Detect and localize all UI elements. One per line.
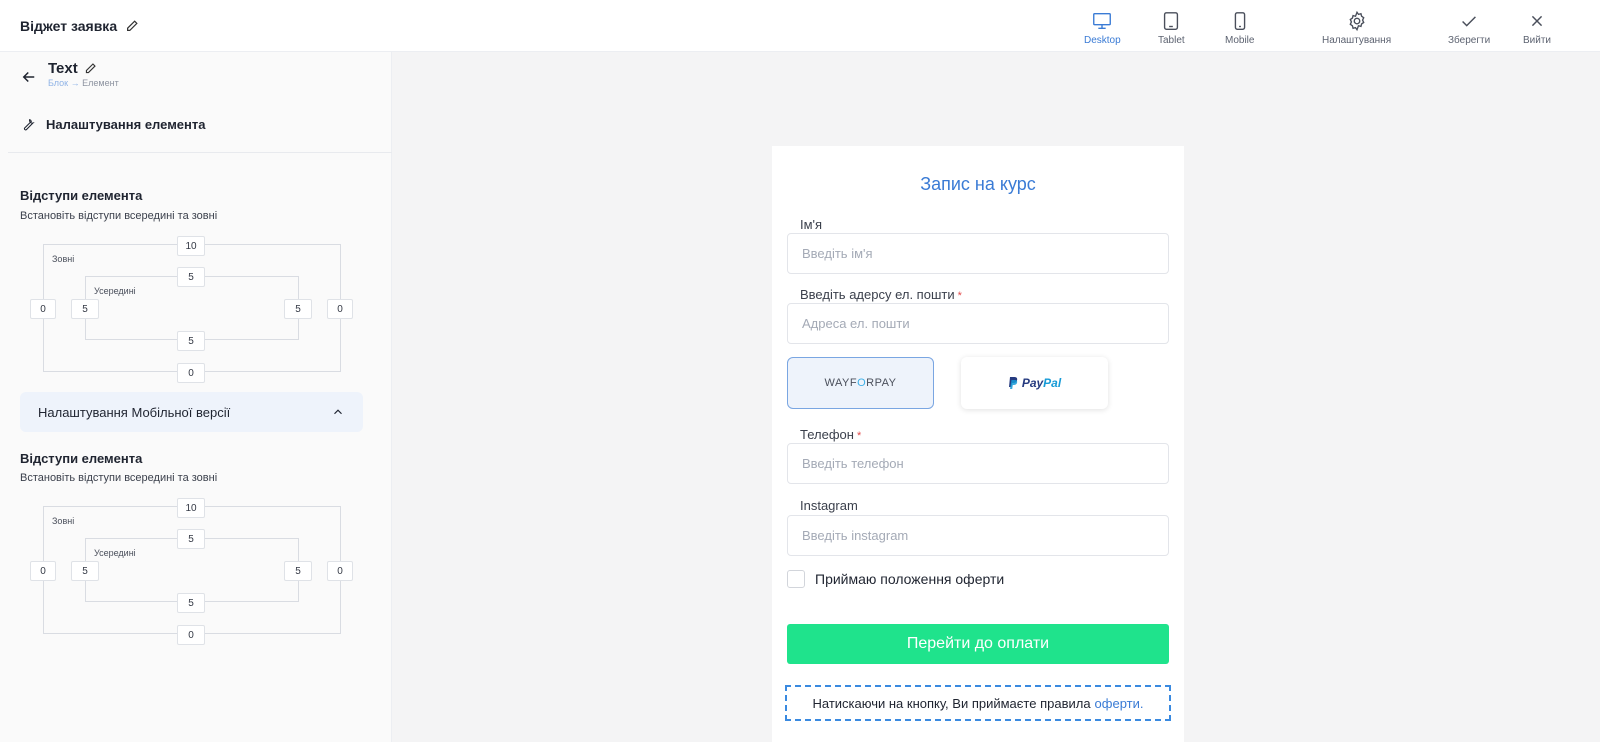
breadcrumb-parent[interactable]: Блок bbox=[48, 78, 68, 88]
email-input[interactable] bbox=[787, 303, 1169, 344]
offer-checkbox[interactable] bbox=[787, 570, 805, 588]
wayforpay-logo: WAYFORPAY bbox=[825, 377, 897, 389]
wayforpay-part1: WAYF bbox=[824, 377, 858, 389]
email-label-text: Введіть адерсу ел. пошти bbox=[800, 287, 955, 302]
inner-label: Усередині bbox=[94, 286, 136, 296]
required-mark: * bbox=[856, 430, 862, 442]
terms-text: Натискаючи на кнопку, Ви приймаєте прави… bbox=[812, 695, 1091, 711]
phone-input[interactable] bbox=[787, 443, 1169, 484]
spacing-subtitle: Встановіть відступи всередині та зовні bbox=[20, 210, 218, 222]
pencil-icon[interactable] bbox=[84, 62, 97, 75]
offer-link[interactable]: оферти. bbox=[1095, 696, 1144, 711]
outer-bottom-input[interactable]: 0 bbox=[177, 625, 205, 645]
element-title: Text bbox=[48, 60, 119, 77]
mobile-spacing-title: Відступи елемента bbox=[20, 451, 143, 466]
mobile-label: Mobile bbox=[1225, 35, 1255, 46]
breadcrumb-separator: → bbox=[70, 78, 80, 88]
mobile-spacing-subtitle: Встановіть відступи всередині та зовні bbox=[20, 472, 218, 484]
breadcrumb-current: Елемент bbox=[82, 78, 119, 88]
save-label: Зберегти bbox=[1448, 35, 1491, 46]
outer-left-input[interactable]: 0 bbox=[30, 561, 56, 581]
widget-title-text: Віджет заявка bbox=[20, 18, 118, 34]
inner-top-input[interactable]: 5 bbox=[177, 267, 205, 287]
outer-left-input[interactable]: 0 bbox=[30, 299, 56, 319]
mobile-view-button[interactable]: Mobile bbox=[1225, 10, 1254, 46]
exit-label: Вийти bbox=[1523, 35, 1552, 46]
settings-button[interactable]: Налаштування bbox=[1322, 10, 1391, 46]
phone-label: Телефон * bbox=[800, 427, 861, 442]
pencil-icon[interactable] bbox=[125, 19, 139, 33]
paypal-pay: Pay bbox=[1021, 376, 1044, 390]
element-settings-heading-text: Налаштування елемента bbox=[46, 116, 206, 132]
phone-label-text: Телефон bbox=[800, 427, 854, 442]
wrench-icon bbox=[23, 118, 35, 131]
form-title[interactable]: Запис на курс bbox=[772, 174, 1184, 195]
outer-top-input[interactable]: 10 bbox=[177, 498, 205, 518]
name-label: Ім'я bbox=[800, 217, 822, 232]
instagram-label-text: Instagram bbox=[800, 498, 858, 513]
paypal-pal: Pal bbox=[1043, 376, 1062, 390]
phone-icon bbox=[1234, 12, 1246, 30]
wayforpay-option[interactable]: WAYFORPAY bbox=[787, 357, 934, 409]
instagram-label: Instagram bbox=[800, 498, 858, 513]
element-title-text: Text bbox=[48, 60, 78, 77]
element-settings-heading: Налаштування елемента bbox=[20, 116, 206, 132]
outer-label: Зовні bbox=[52, 254, 75, 264]
monitor-icon bbox=[1093, 12, 1112, 30]
save-button[interactable]: Зберегти bbox=[1448, 10, 1490, 46]
paypal-icon bbox=[1008, 377, 1017, 389]
required-mark: * bbox=[957, 290, 962, 302]
breadcrumb: Блок → Елемент bbox=[48, 78, 119, 88]
inner-left-input[interactable]: 5 bbox=[71, 299, 99, 319]
arrow-left-icon[interactable] bbox=[20, 68, 38, 86]
exit-button[interactable]: Вийти bbox=[1523, 10, 1551, 46]
mobile-settings-accordion[interactable]: Налаштування Мобільної версії bbox=[20, 392, 363, 432]
inner-top-input[interactable]: 5 bbox=[177, 529, 205, 549]
close-icon bbox=[1531, 15, 1543, 27]
divider bbox=[8, 152, 392, 153]
tablet-label: Tablet bbox=[1158, 35, 1185, 46]
widget-title: Віджет заявка bbox=[20, 18, 139, 34]
gear-icon bbox=[1349, 10, 1365, 32]
proceed-to-payment-button[interactable]: Перейти до оплати bbox=[787, 624, 1169, 664]
paypal-logo: Pay Pal bbox=[1008, 376, 1061, 390]
inner-right-input[interactable]: 5 bbox=[284, 561, 312, 581]
spacing-editor: Зовні Усередині 10 0 0 0 5 5 5 5 bbox=[30, 236, 356, 383]
paypal-option[interactable]: Pay Pal bbox=[961, 357, 1108, 409]
desktop-label: Desktop bbox=[1084, 35, 1121, 46]
name-input[interactable] bbox=[787, 233, 1169, 274]
inner-right-input[interactable]: 5 bbox=[284, 299, 312, 319]
element-settings-panel: Text Блок → Елемент Налаштування елемент… bbox=[0, 52, 392, 742]
inner-left-input[interactable]: 5 bbox=[71, 561, 99, 581]
element-header: Text Блок → Елемент bbox=[20, 60, 119, 88]
settings-label: Налаштування bbox=[1322, 35, 1392, 46]
tablet-view-button[interactable]: Tablet bbox=[1158, 10, 1185, 46]
check-icon bbox=[1462, 16, 1477, 27]
desktop-view-button[interactable]: Desktop bbox=[1084, 10, 1121, 46]
outer-top-input[interactable]: 10 bbox=[177, 236, 205, 256]
chevron-up-icon bbox=[334, 409, 342, 415]
outer-right-input[interactable]: 0 bbox=[327, 561, 353, 581]
inner-label: Усередині bbox=[94, 548, 136, 558]
offer-checkbox-row: Приймаю положення оферти bbox=[787, 570, 1004, 588]
tablet-icon bbox=[1164, 12, 1179, 30]
mobile-spacing-editor: Зовні Усередині 10 0 0 0 5 5 5 5 bbox=[30, 498, 356, 645]
name-label-text: Ім'я bbox=[800, 217, 823, 232]
wayforpay-part2: RPAY bbox=[866, 377, 897, 389]
top-bar: Віджет заявка Desktop Tablet Mobile Нала… bbox=[0, 0, 1600, 52]
email-label: Введіть адерсу ел. пошти * bbox=[800, 287, 962, 302]
terms-text-element[interactable]: Натискаючи на кнопку, Ви приймаєте прави… bbox=[785, 685, 1171, 721]
inner-bottom-input[interactable]: 5 bbox=[177, 331, 205, 351]
mobile-settings-label: Налаштування Мобільної версії bbox=[38, 404, 231, 420]
offer-checkbox-label: Приймаю положення оферти bbox=[815, 571, 1005, 587]
outer-label: Зовні bbox=[52, 516, 75, 526]
instagram-input[interactable] bbox=[787, 515, 1169, 556]
spacing-title: Відступи елемента bbox=[20, 188, 143, 203]
inner-bottom-input[interactable]: 5 bbox=[177, 593, 205, 613]
outer-right-input[interactable]: 0 bbox=[327, 299, 353, 319]
outer-bottom-input[interactable]: 0 bbox=[177, 363, 205, 383]
form-preview: Запис на курс Ім'я Введіть адерсу ел. по… bbox=[772, 146, 1184, 742]
wayforpay-o: O bbox=[857, 377, 867, 389]
